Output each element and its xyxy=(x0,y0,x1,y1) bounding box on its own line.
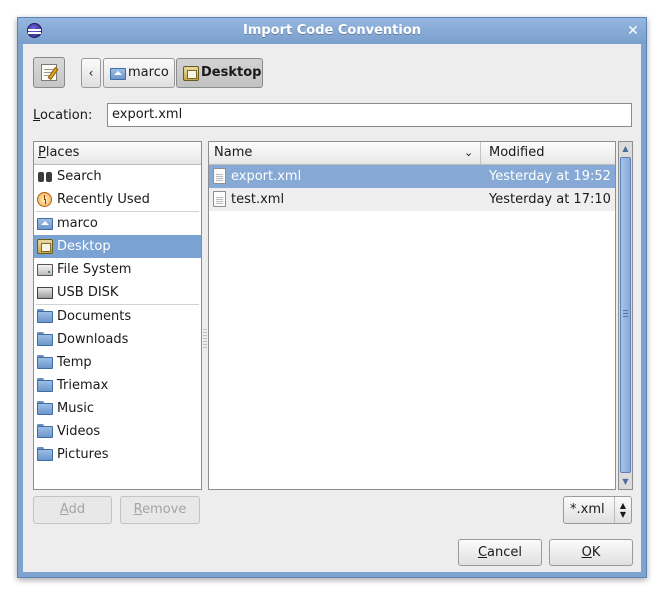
place-label: Documents xyxy=(57,309,132,324)
dialog-body: ‹ marco Desktop Location: export.xml Pla… xyxy=(23,44,641,572)
add-bookmark-button[interactable]: Add xyxy=(33,496,112,524)
title-bar[interactable]: Import Code Convention ✕ xyxy=(18,18,646,44)
place-item-file-system[interactable]: File System xyxy=(34,258,201,281)
scroll-down-arrow-icon[interactable]: ▼ xyxy=(619,475,632,489)
file-list-header: Name ⌄ Modified xyxy=(209,142,615,165)
place-label: File System xyxy=(57,262,132,277)
place-item-usb-disk[interactable]: USB DISK xyxy=(34,281,201,304)
drive-icon xyxy=(37,264,53,276)
scrollbar-grip-icon xyxy=(623,310,628,317)
ok-button[interactable]: OK xyxy=(549,539,633,566)
file-list: Name ⌄ Modified export.xml Yesterday at … xyxy=(208,141,616,490)
path-button-desktop[interactable]: Desktop xyxy=(176,58,263,88)
place-item-documents[interactable]: Documents xyxy=(34,305,201,328)
column-header-name-label: Name xyxy=(214,145,253,160)
places-header[interactable]: Places xyxy=(34,142,201,165)
column-header-modified[interactable]: Modified xyxy=(489,142,544,164)
column-header-name[interactable]: Name ⌄ xyxy=(209,142,481,164)
file-modified: Yesterday at 17:10 xyxy=(489,192,611,207)
place-label: Pictures xyxy=(57,447,109,462)
pane-splitter-handle[interactable] xyxy=(203,329,207,349)
edit-pencil-icon xyxy=(41,64,57,81)
usb-drive-icon xyxy=(37,287,53,299)
location-input[interactable]: export.xml xyxy=(107,103,632,127)
home-folder-icon xyxy=(37,216,53,230)
desktop-icon xyxy=(183,66,199,81)
place-label: Desktop xyxy=(57,239,111,254)
place-label: Videos xyxy=(57,424,101,439)
path-button-marco[interactable]: marco xyxy=(103,58,175,88)
xml-file-icon xyxy=(213,168,226,184)
place-label: USB DISK xyxy=(57,285,119,300)
updown-arrows-icon: ▲ ▼ xyxy=(614,497,631,523)
type-location-toggle-button[interactable] xyxy=(33,57,65,88)
xml-file-icon xyxy=(213,191,226,207)
desktop-icon xyxy=(37,239,53,254)
scrollbar-thumb[interactable] xyxy=(620,157,631,473)
folder-icon xyxy=(37,378,53,392)
folder-icon xyxy=(37,309,53,323)
file-row-test-xml[interactable]: test.xml Yesterday at 17:10 xyxy=(209,188,615,211)
place-label: Triemax xyxy=(57,378,109,393)
cancel-button[interactable]: Cancel xyxy=(458,539,542,566)
place-item-pictures[interactable]: Pictures xyxy=(34,443,201,466)
path-button-label: Desktop xyxy=(201,65,262,80)
home-folder-icon xyxy=(110,66,126,80)
place-label: Music xyxy=(57,401,94,416)
file-filter-value: *.xml xyxy=(570,502,605,517)
path-button-label: marco xyxy=(128,65,169,80)
place-item-videos[interactable]: Videos xyxy=(34,420,201,443)
place-item-triemax[interactable]: Triemax xyxy=(34,374,201,397)
folder-icon xyxy=(37,332,53,346)
folder-icon xyxy=(37,447,53,461)
place-label: Temp xyxy=(57,355,92,370)
file-list-scrollbar[interactable]: ▲ ▼ xyxy=(618,141,633,490)
file-name: test.xml xyxy=(231,192,285,207)
folder-icon xyxy=(37,355,53,369)
place-label: Recently Used xyxy=(57,192,150,207)
place-item-desktop[interactable]: Desktop xyxy=(34,235,201,258)
file-modified: Yesterday at 19:52 xyxy=(489,169,611,184)
place-item-temp[interactable]: Temp xyxy=(34,351,201,374)
place-item-recently-used[interactable]: Recently Used xyxy=(34,188,201,211)
dialog-window: Import Code Convention ✕ ‹ marco Desktop… xyxy=(17,17,647,578)
places-list: Places Search Recently Used marco Deskto… xyxy=(33,141,202,490)
file-name: export.xml xyxy=(231,169,302,184)
remove-bookmark-button[interactable]: Remove xyxy=(120,496,200,524)
place-item-downloads[interactable]: Downloads xyxy=(34,328,201,351)
binoculars-icon xyxy=(37,169,53,183)
place-item-marco[interactable]: marco xyxy=(34,212,201,235)
scroll-up-arrow-icon[interactable]: ▲ xyxy=(619,142,632,156)
path-scroll-left-button[interactable]: ‹ xyxy=(81,58,101,88)
close-button[interactable]: ✕ xyxy=(623,21,643,41)
place-item-search[interactable]: Search xyxy=(34,165,201,188)
sort-arrow-icon: ⌄ xyxy=(464,146,474,159)
place-label: marco xyxy=(57,216,98,231)
folder-icon xyxy=(37,424,53,438)
place-item-music[interactable]: Music xyxy=(34,397,201,420)
file-filter-select[interactable]: *.xml ▲ ▼ xyxy=(563,496,632,524)
place-label: Search xyxy=(57,169,102,184)
location-label: Location: xyxy=(33,108,93,123)
file-row-export-xml[interactable]: export.xml Yesterday at 19:52 xyxy=(209,165,615,188)
place-label: Downloads xyxy=(57,332,129,347)
window-title: Import Code Convention xyxy=(242,23,422,38)
clock-icon xyxy=(37,192,52,207)
folder-icon xyxy=(37,401,53,415)
